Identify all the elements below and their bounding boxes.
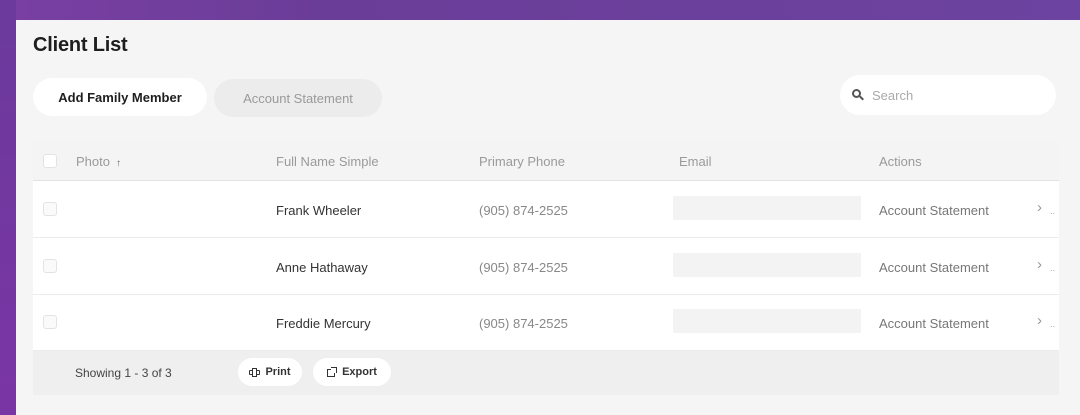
column-header-email[interactable]: Email (679, 154, 712, 169)
row-checkbox[interactable] (43, 202, 57, 216)
export-label: Export (342, 366, 377, 378)
row-email (673, 253, 861, 277)
table-footer: Showing 1 - 3 of 3 Print Export (33, 351, 1059, 395)
row-full-name: Anne Hathaway (276, 260, 368, 275)
column-header-actions: Actions (879, 154, 922, 169)
print-button[interactable]: Print (238, 358, 302, 386)
row-account-statement-link[interactable]: Account Statement (879, 316, 989, 331)
table-row[interactable]: Anne Hathaway (905) 874-2525 Account Sta… (33, 239, 1059, 295)
table-header: Photo ↑ Full Name Simple Primary Phone Em… (33, 142, 1059, 181)
select-all-checkbox[interactable] (43, 154, 57, 168)
search-icon (852, 89, 864, 101)
row-full-name: Freddie Mercury (276, 316, 371, 331)
chevron-right-icon[interactable]: › (1037, 312, 1042, 329)
printer-icon (249, 367, 261, 377)
page-title: Client List (33, 34, 128, 56)
column-header-photo[interactable]: Photo ↑ (76, 154, 121, 169)
more-icon: .. (1050, 263, 1056, 273)
row-primary-phone: (905) 874-2525 (479, 260, 568, 275)
row-checkbox[interactable] (43, 259, 57, 273)
column-header-full-name[interactable]: Full Name Simple (276, 154, 379, 169)
chevron-right-icon[interactable]: › (1037, 199, 1042, 216)
row-email (673, 196, 861, 220)
row-email (673, 309, 861, 333)
row-full-name: Frank Wheeler (276, 203, 362, 218)
search-input[interactable] (872, 87, 1042, 103)
row-account-statement-link[interactable]: Account Statement (879, 260, 989, 275)
print-label: Print (265, 366, 291, 378)
table-row[interactable]: Frank Wheeler (905) 874-2525 Account Sta… (33, 182, 1059, 238)
sort-ascending-icon: ↑ (115, 158, 121, 169)
more-icon: .. (1050, 206, 1056, 216)
column-header-label: Photo (76, 154, 110, 169)
search-box[interactable] (840, 75, 1056, 115)
more-icon: .. (1050, 319, 1056, 329)
row-primary-phone: (905) 874-2525 (479, 316, 568, 331)
client-list-panel: Client List Add Family Member Account St… (16, 20, 1080, 415)
row-primary-phone: (905) 874-2525 (479, 203, 568, 218)
row-account-statement-link[interactable]: Account Statement (879, 203, 989, 218)
top-frame-bar (0, 0, 1080, 20)
table-row[interactable]: Freddie Mercury (905) 874-2525 Account S… (33, 295, 1059, 351)
column-header-primary-phone[interactable]: Primary Phone (479, 154, 565, 169)
chevron-right-icon[interactable]: › (1037, 256, 1042, 273)
add-family-member-button[interactable]: Add Family Member (33, 78, 207, 116)
export-button[interactable]: Export (313, 358, 391, 386)
pagination-summary: Showing 1 - 3 of 3 (75, 366, 172, 380)
external-link-icon (327, 367, 338, 377)
client-table: Photo ↑ Full Name Simple Primary Phone Em… (33, 142, 1059, 395)
left-frame-bar (0, 0, 16, 415)
account-statement-button[interactable]: Account Statement (214, 79, 382, 117)
row-checkbox[interactable] (43, 315, 57, 329)
